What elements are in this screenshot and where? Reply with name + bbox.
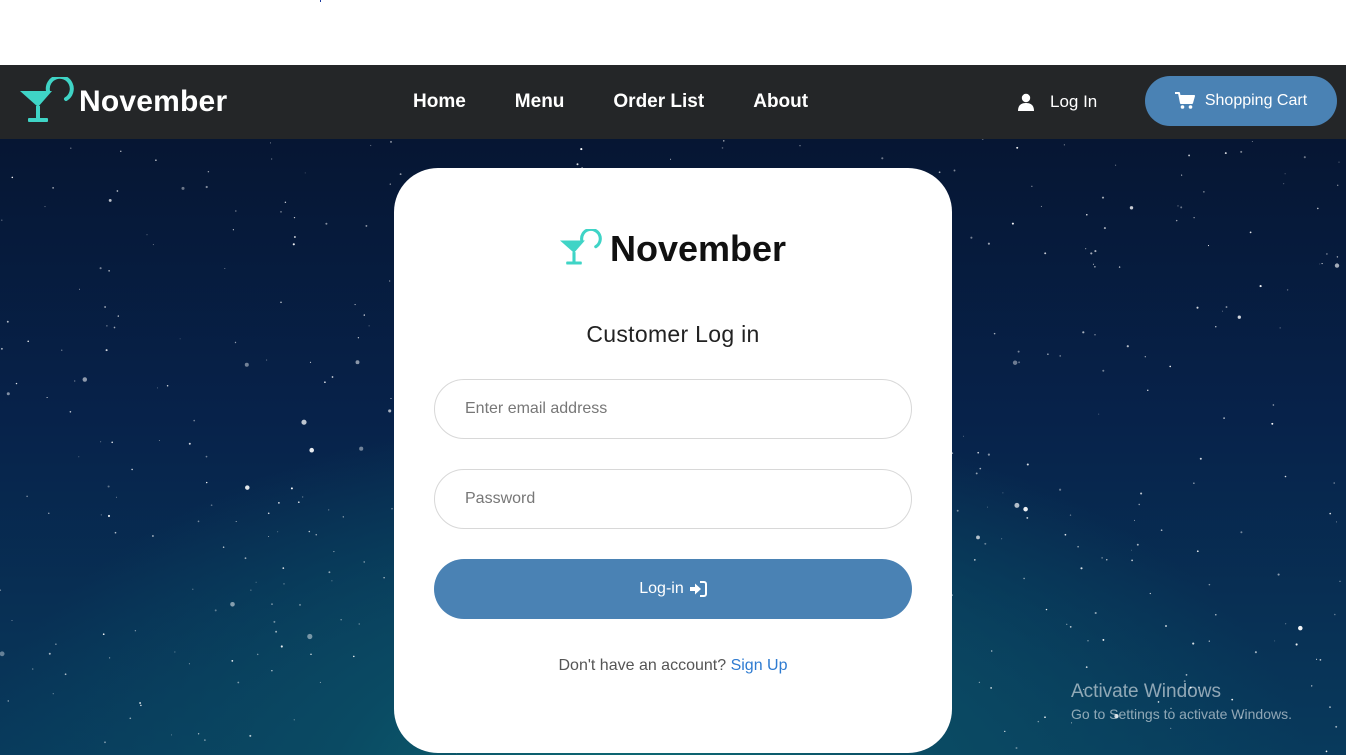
page-title: Customer Log in — [586, 321, 760, 347]
nav-link-about[interactable]: About — [753, 91, 808, 113]
login-link-label: Log In — [1050, 92, 1098, 111]
brand-name: November — [79, 85, 228, 118]
signup-link[interactable]: Sign Up — [731, 657, 788, 674]
cocktail-glass-icon — [559, 229, 602, 265]
nav-link-home[interactable]: Home — [413, 91, 466, 113]
card-brand-name: November — [609, 228, 787, 269]
login-link[interactable]: Log In — [1017, 65, 1097, 139]
login-submit-label: Log-in — [639, 580, 684, 597]
navbar: November Home Menu Order List About Log … — [0, 65, 1346, 139]
shopping-cart-button[interactable]: Shopping Cart — [1145, 76, 1337, 126]
login-card: November Customer Log in Log-in Don't ha… — [394, 168, 952, 753]
sign-in-icon — [689, 581, 707, 597]
shopping-cart-label: Shopping Cart — [1204, 92, 1308, 109]
email-field[interactable] — [434, 379, 912, 439]
signup-prompt: Don't have an account? — [558, 657, 731, 674]
user-icon — [1018, 93, 1034, 111]
card-brand: November — [394, 228, 952, 270]
top-dot — [320, 0, 321, 2]
nav-link-menu[interactable]: Menu — [515, 91, 565, 113]
top-blank-strip — [0, 0, 1346, 65]
password-field[interactable] — [434, 469, 912, 529]
main-nav: Home Menu Order List About — [413, 65, 857, 139]
cocktail-glass-icon — [20, 77, 74, 122]
nav-link-order-list[interactable]: Order List — [613, 91, 704, 113]
windows-activation-watermark: Activate Windows Go to Settings to activ… — [1071, 681, 1292, 722]
watermark-title: Activate Windows — [1071, 681, 1221, 702]
signup-row: Don't have an account? Sign Up — [394, 657, 952, 675]
login-submit-button[interactable]: Log-in — [434, 559, 912, 619]
shopping-cart-icon — [1174, 92, 1195, 109]
watermark-subtitle: Go to Settings to activate Windows. — [1071, 706, 1292, 722]
brand-logo[interactable]: November — [20, 72, 227, 132]
